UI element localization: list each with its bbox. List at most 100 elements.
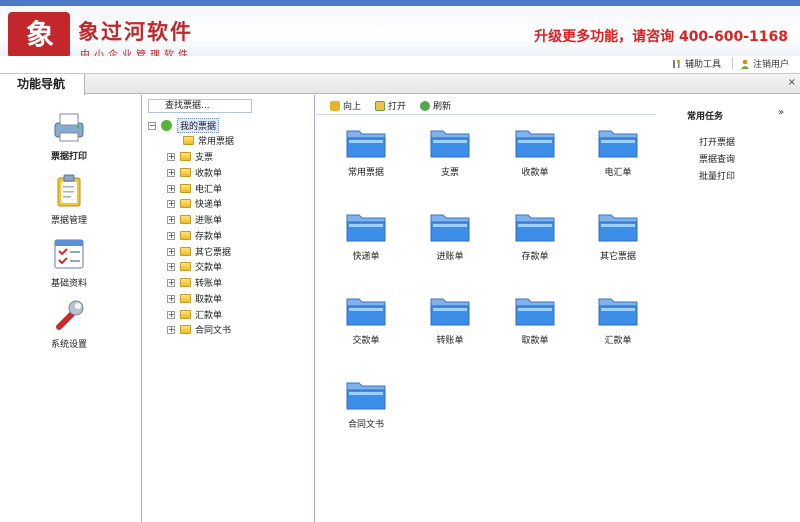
folder-icon (515, 130, 555, 158)
folder-icon (430, 214, 470, 242)
tree-item-label: 转账单 (195, 279, 223, 289)
expand-icon[interactable]: + (167, 310, 175, 319)
tree-item[interactable]: + 取款单 (167, 291, 222, 306)
tree-item[interactable]: + 快递单 (167, 196, 222, 211)
tree-item[interactable]: + 存款单 (167, 228, 222, 243)
expand-icon[interactable]: + (167, 184, 175, 193)
common-tasks-panel: 常用任务 » 打开票据 票据查询 批量打印 (656, 95, 800, 522)
folder-item[interactable]: 收款单 (500, 127, 570, 178)
folder-icon (346, 382, 386, 410)
nav-item-ticket-manage[interactable]: 票据管理 (24, 173, 114, 226)
tree-item[interactable]: + 进账单 (167, 212, 222, 227)
wrench-icon (51, 297, 87, 333)
refresh-button[interactable]: 刷新 (420, 99, 451, 112)
tools-button[interactable]: 辅助工具 (672, 57, 721, 70)
expand-icon[interactable]: + (167, 247, 175, 256)
up-label: 向上 (343, 102, 362, 112)
folder-icon (180, 152, 191, 161)
function-sidebar: 票据打印 票据管理 基础资料 系统设置 (0, 95, 142, 522)
task-query-ticket[interactable]: 票据查询 (699, 152, 735, 165)
printer-icon (51, 109, 87, 145)
tree-item-label: 收款单 (195, 169, 223, 179)
logout-button[interactable]: 注销用户 (740, 57, 789, 70)
tree-item[interactable]: + 支票 (167, 149, 213, 164)
expand-icon[interactable]: + (167, 294, 175, 303)
folder-icon (180, 310, 191, 319)
expand-icon[interactable]: + (167, 168, 175, 177)
checklist-icon (51, 236, 87, 272)
folder-icon (180, 262, 191, 271)
ticket-tree-panel: 查找票据... − 我的票据 常用票据 + 支票 + 收款单 + 电汇单 + 快递单 +… (143, 95, 315, 522)
folder-icon (346, 214, 386, 242)
app-title: 象过河软件 (78, 19, 193, 44)
folder-item[interactable]: 存款单 (500, 211, 570, 262)
expand-icon[interactable]: + (167, 199, 175, 208)
tree-item[interactable]: + 汇款单 (167, 307, 222, 322)
folder-view: 向上 打开 刷新 常用票据 支票 收款单 电汇单 快递单 进账单 存款单 其它票… (316, 95, 656, 522)
folder-icon (180, 278, 191, 287)
folder-label: 常用票据 (347, 168, 384, 178)
expand-icon[interactable]: + (167, 278, 175, 287)
folder-icon (515, 214, 555, 242)
open-button[interactable]: 打开 (375, 99, 406, 112)
close-icon[interactable]: × (788, 77, 796, 88)
nav-item-system-settings[interactable]: 系统设置 (24, 297, 114, 350)
folder-item[interactable]: 其它票据 (583, 211, 653, 262)
folder-icon (598, 214, 638, 242)
expand-icon[interactable]: + (167, 325, 175, 334)
nav-label: 票据管理 (50, 216, 87, 226)
folder-label: 快递单 (352, 252, 380, 262)
tree-item[interactable]: + 转账单 (167, 275, 222, 290)
task-open-ticket[interactable]: 打开票据 (699, 135, 735, 148)
expand-icon[interactable]: + (167, 152, 175, 161)
collapse-icon[interactable]: » (778, 107, 784, 118)
tree-item[interactable]: + 合同文书 (167, 322, 231, 337)
tab-function-nav[interactable]: 功能导航 (0, 74, 85, 95)
tree-root[interactable]: − 我的票据 (148, 118, 220, 133)
nav-item-ticket-print[interactable]: 票据打印 (24, 109, 114, 162)
folder-item[interactable]: 快递单 (331, 211, 401, 262)
up-button[interactable]: 向上 (330, 99, 361, 112)
clipboard-icon (51, 173, 87, 209)
task-batch-print[interactable]: 批量打印 (699, 169, 735, 182)
folder-item[interactable]: 汇款单 (583, 295, 653, 346)
folder-icon (598, 298, 638, 326)
tree-item-label: 交款单 (195, 263, 223, 273)
folder-item[interactable]: 合同文书 (331, 379, 401, 430)
tools-icon (673, 59, 680, 68)
folder-icon (180, 215, 191, 224)
folder-label: 支票 (440, 168, 459, 178)
expand-icon[interactable]: + (167, 262, 175, 271)
folder-label: 取款单 (521, 336, 549, 346)
tree-item[interactable]: 常用票据 (183, 133, 234, 148)
collapse-icon[interactable]: − (148, 121, 156, 130)
ticket-search-input[interactable]: 查找票据... (148, 99, 252, 113)
folder-item[interactable]: 进账单 (415, 211, 485, 262)
folder-label: 进账单 (436, 252, 464, 262)
tree-item[interactable]: + 电汇单 (167, 181, 222, 196)
expand-icon[interactable]: + (167, 215, 175, 224)
nav-item-basic-data[interactable]: 基础资料 (24, 236, 114, 289)
nav-label: 系统设置 (50, 340, 87, 350)
folder-item[interactable]: 支票 (415, 127, 485, 178)
upgrade-promo[interactable]: 升级更多功能，请咨询 400-600-1168 (534, 26, 788, 46)
folder-icon (183, 136, 194, 145)
folder-item[interactable]: 转账单 (415, 295, 485, 346)
tree-item[interactable]: + 其它票据 (167, 244, 231, 259)
tree-item[interactable]: + 交款单 (167, 259, 222, 274)
folder-icon (515, 298, 555, 326)
folder-label: 交款单 (352, 336, 380, 346)
tasks-title: 常用任务 (687, 112, 724, 122)
folder-item[interactable]: 常用票据 (331, 127, 401, 178)
tree-item-label: 进账单 (195, 216, 223, 226)
tree-item-label: 汇款单 (195, 311, 223, 321)
folder-item[interactable]: 电汇单 (583, 127, 653, 178)
tree-item[interactable]: + 收款单 (167, 165, 222, 180)
nav-label: 基础资料 (50, 279, 87, 289)
nav-label: 票据打印 (50, 152, 87, 162)
folder-item[interactable]: 取款单 (500, 295, 570, 346)
folder-item[interactable]: 交款单 (331, 295, 401, 346)
tree-root-label: 我的票据 (177, 118, 220, 133)
folder-label: 其它票据 (599, 252, 636, 262)
expand-icon[interactable]: + (167, 231, 175, 240)
